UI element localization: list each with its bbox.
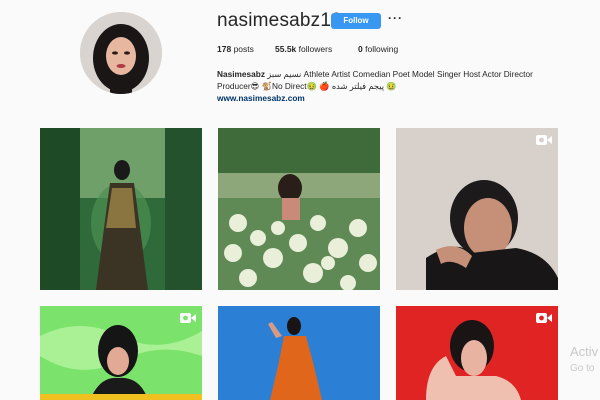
profile-avatar[interactable]	[80, 12, 162, 94]
profile-username: nasimesabz13	[217, 10, 342, 31]
posts-label: posts	[233, 44, 254, 54]
bio-text-1: نسیم سبز Athlete Artist Comedian Poet Mo…	[267, 69, 533, 79]
post-tile-4[interactable]	[40, 306, 202, 400]
posts-stat: 178 posts	[217, 44, 254, 54]
following-count: 0	[358, 44, 363, 54]
followers-stat[interactable]: 55.5k followers	[275, 44, 332, 54]
following-stat[interactable]: 0 following	[358, 44, 398, 54]
bio-text-2: Producer😎 🐒No Direct🤢 🍎 پیجم فیلتر شده 🤢	[217, 81, 397, 91]
video-icon	[536, 313, 552, 323]
bio-line-1: Nasimesabz نسیم سبز Athlete Artist Comed…	[217, 68, 577, 80]
profile-bio: Nasimesabz نسیم سبز Athlete Artist Comed…	[217, 68, 577, 92]
followers-count: 55.5k	[275, 44, 297, 54]
post-tile-3[interactable]	[396, 128, 558, 290]
post-tile-6[interactable]	[396, 306, 558, 400]
post-tile-5[interactable]	[218, 306, 380, 400]
post-tile-2[interactable]	[218, 128, 380, 290]
activation-watermark: Activ Go to	[570, 343, 598, 377]
video-icon	[180, 313, 196, 323]
video-icon	[536, 135, 552, 145]
follow-button[interactable]: Follow	[331, 13, 381, 29]
bio-website-link[interactable]: www.nasimesabz.com	[217, 93, 305, 103]
followers-label: followers	[298, 44, 333, 54]
bio-name: Nasimesabz	[217, 69, 265, 79]
following-label: following	[365, 44, 399, 54]
posts-count: 178	[217, 44, 232, 54]
more-options-icon[interactable]: ···	[388, 11, 403, 25]
watermark-line-2: Go to	[570, 363, 595, 374]
watermark-line-1: Activ	[570, 344, 599, 359]
post-tile-1[interactable]	[40, 128, 202, 290]
